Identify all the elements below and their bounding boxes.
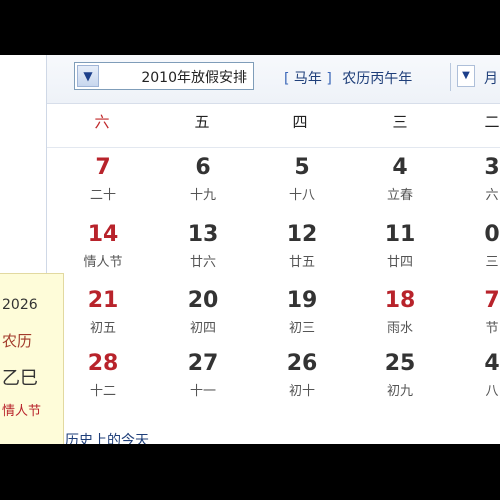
popup-date: 2026 [2,297,38,313]
popup-lunar-label: 农历 [2,332,33,350]
weekday-header: 六 五 四 三 二 [47,111,500,141]
weekday-thu: 四 [292,113,308,131]
day-number: 21 [87,288,119,313]
calendar-day-cell[interactable]: 12 廿五 [272,222,332,277]
day-number: 18 [384,288,416,313]
zodiac-year-label: 马年 [293,71,322,87]
day-number: 28 [87,351,119,376]
calendar-day-cell[interactable]: 20 初四 [173,288,233,343]
lunar-day-label: 初九 [386,384,413,399]
header-rule [47,147,500,148]
history-today-link[interactable]: 历史上的今天 [65,430,149,444]
day-number: 12 [286,222,318,247]
lunar-day-label: 廿六 [189,255,216,270]
lunar-day-label: 十八 [288,188,315,203]
holiday-schedule-select[interactable]: ▼ 2010年放假安排 [74,62,254,90]
calendar-day-cell[interactable]: 25 初九 [370,351,430,406]
lunar-day-label: 初十 [288,384,315,399]
popup-ganzhi: 乙巳 [2,368,38,389]
bracket-left: [ [284,71,290,87]
day-number: 27 [187,351,219,376]
day-number: 6 [195,155,211,180]
lunar-day-label: 廿四 [386,255,413,270]
lunar-day-label: 情人节 [83,255,123,270]
calendar-day-cell[interactable]: 27 十一 [173,351,233,406]
chevron-down-icon[interactable]: ▼ [77,65,99,87]
lunar-day-label: 初五 [89,321,116,336]
toolbar-separator [450,63,451,91]
calendar-day-cell[interactable]: 4八 [462,351,500,406]
day-number: 4 [392,155,408,180]
calendar-day-cell[interactable]: 28 十二 [73,351,133,406]
month-select-label[interactable]: 月 [484,68,498,88]
lunar-day-label: 十二 [89,384,116,399]
lunar-day-label: 六 [485,188,499,203]
day-number: 26 [286,351,318,376]
calendar-day-cell[interactable]: 3六 [462,155,500,210]
day-number: 7 [95,155,111,180]
holiday-schedule-value: 2010年放假安排 [141,70,247,86]
month-select-arrow[interactable]: ▼ [457,65,475,87]
lunar-day-label: 十一 [189,384,216,399]
calendar-day-cell[interactable]: 14 情人节 [73,222,133,277]
calendar-day-cell[interactable]: 26 初十 [272,351,332,406]
lunar-day-label: 雨水 [386,321,413,336]
calendar-window: ▼ 2010年放假安排 [ 马年 ] 农历丙午年 ▼ 月 六 五 四 三 二 7… [0,55,500,444]
day-number: 4 [484,351,500,376]
day-number: 19 [286,288,318,313]
calendar-day-cell[interactable]: 0三 [462,222,500,277]
day-number: 11 [384,222,416,247]
lunar-day-label: 初四 [189,321,216,336]
day-number: 13 [187,222,219,247]
day-number: 3 [484,155,500,180]
lunar-year-info: [ 马年 ] 农历丙午年 [284,68,412,88]
lunar-day-label: 初三 [288,321,315,336]
bracket-right: ] [326,71,332,87]
day-number: 20 [187,288,219,313]
calendar-day-cell[interactable]: 13 廿六 [173,222,233,277]
weekday-sat: 六 [94,113,110,131]
calendar-day-cell[interactable]: 18 雨水 [370,288,430,343]
calendar-day-cell[interactable]: 7节 [462,288,500,343]
lunar-day-label: 立春 [386,188,413,203]
day-number: 7 [484,288,500,313]
weekday-wed: 三 [392,113,408,131]
calendar-day-cell[interactable]: 7 二十 [73,155,133,210]
calendar-day-cell[interactable]: 11 廿四 [370,222,430,277]
calendar-day-cell[interactable]: 21 初五 [73,288,133,343]
day-number: 14 [87,222,119,247]
lunar-year-label: 农历丙午年 [342,71,413,87]
day-number: 25 [384,351,416,376]
date-detail-popup: 2026 农历 乙巳 情人节 [0,273,64,444]
weekday-fri: 五 [194,113,210,131]
lunar-day-label: 廿五 [288,255,315,270]
day-number: 0 [484,222,500,247]
calendar-toolbar: ▼ 2010年放假安排 [ 马年 ] 农历丙午年 ▼ 月 [47,55,500,104]
weekday-tue: 二 [484,113,500,131]
calendar-day-cell[interactable]: 6 十九 [173,155,233,210]
lunar-day-label: 三 [485,255,499,270]
calendar-day-cell[interactable]: 5 十八 [272,155,332,210]
lunar-day-label: 十九 [189,188,216,203]
lunar-day-label: 八 [485,384,499,399]
day-number: 5 [294,155,310,180]
calendar-day-cell[interactable]: 4 立春 [370,155,430,210]
popup-festival: 情人节 [2,404,42,419]
calendar-day-cell[interactable]: 19 初三 [272,288,332,343]
lunar-day-label: 节 [485,321,499,336]
lunar-day-label: 二十 [89,188,116,203]
